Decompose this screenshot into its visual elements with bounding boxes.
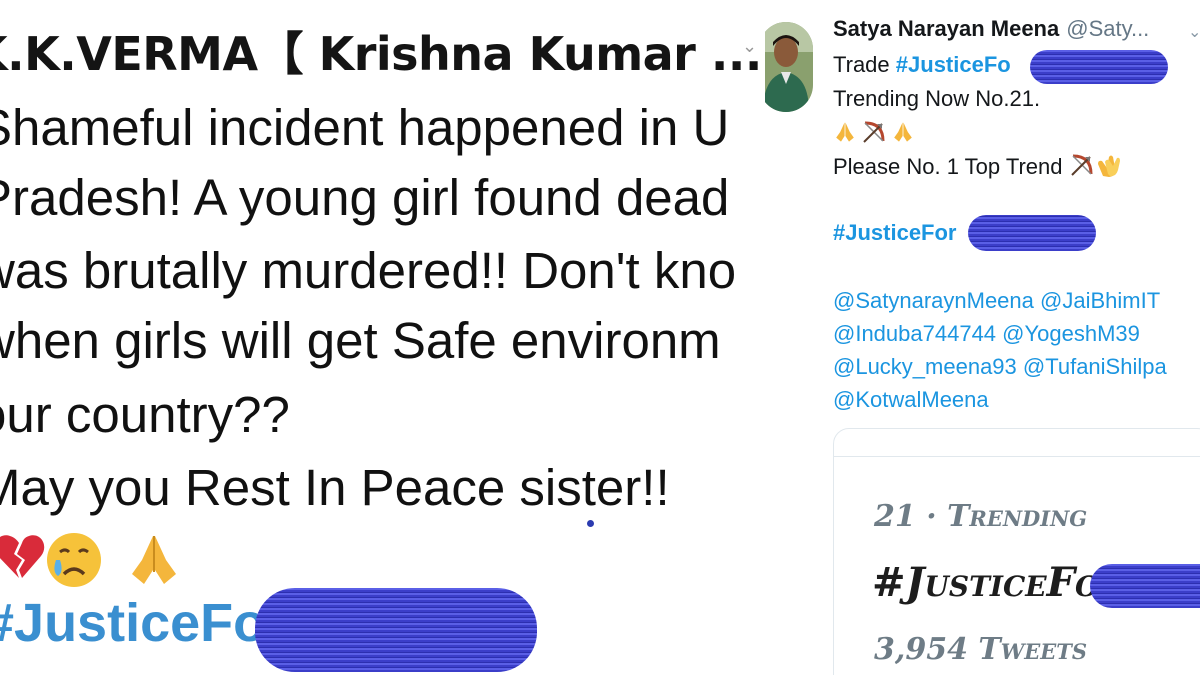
tweet-text-line: Trade #JusticeFo (833, 52, 1011, 78)
tweet-panel: Satya Narayan Meena @Saty... ⌄ Trade #Ju… (765, 0, 1200, 675)
trend-tweet-count: 3,954 Tweets (874, 632, 1088, 667)
trend-rank: 21 · Trending (874, 499, 1088, 534)
bow-and-arrow-emoji (863, 121, 885, 143)
card-divider (834, 429, 1200, 457)
tweet-text-line: was brutally murdered!! Don't kno (0, 242, 737, 299)
broken-heart-emoji (0, 535, 45, 578)
author-handle[interactable]: @Saty... (1066, 16, 1149, 41)
tweet-text-line: Shameful incident happened in U (0, 99, 730, 156)
tweet-text-line: Please No. 1 Top Trend (833, 152, 1123, 180)
tweet-text-line: May you Rest In Peace sister!! (0, 459, 670, 516)
tweet-author-name[interactable]: K.K.VERMA【 Krishna Kumar ... (0, 18, 762, 84)
chevron-down-icon[interactable]: ⌄ (1188, 22, 1200, 41)
bow-and-arrow-emoji (1070, 154, 1093, 176)
tweet-text-line: when girls will get Safe environm (0, 312, 721, 369)
mention-line[interactable]: @Lucky_meena93 @TufaniShilpa (833, 354, 1167, 380)
clapping-hands-emoji (1097, 155, 1120, 177)
tweet-text-line: Pradesh! A young girl found dead (0, 169, 730, 226)
mention-line[interactable]: @Induba744744 @YogeshM39 (833, 321, 1140, 347)
redaction-scribble (255, 588, 537, 672)
mention-line[interactable]: @KotwalMeena (833, 387, 989, 413)
trend-card[interactable]: 21 · Trending #JusticeFor 3,954 Tweets (833, 428, 1200, 675)
hashtag-link[interactable]: #JusticeFor (0, 592, 287, 654)
crying-face-emoji (47, 533, 101, 587)
tweet-text-line: our country?? (0, 386, 290, 443)
author-name[interactable]: Satya Narayan Meena (833, 16, 1059, 41)
chevron-down-icon[interactable]: ⌄ (742, 36, 760, 57)
folded-hands-emoji (836, 122, 854, 142)
hashtag-link[interactable]: #JusticeFor (833, 220, 957, 246)
zoomed-tweet-panel: K.K.VERMA【 Krishna Kumar ... ⌄ Shameful … (0, 0, 765, 675)
text-prefix: Trade (833, 52, 896, 77)
redaction-scribble (968, 215, 1096, 251)
folded-hands-emoji (132, 536, 176, 584)
stray-dot (587, 520, 594, 527)
redaction-scribble (1090, 564, 1200, 608)
tweet-text-line: Trending Now No.21. (833, 86, 1041, 111)
mention-line[interactable]: @SatynaraynMeena @JaiBhimIT (833, 288, 1160, 314)
redaction-scribble (1030, 50, 1168, 84)
text-segment: Please No. 1 Top Trend (833, 154, 1063, 179)
folded-hands-emoji (894, 122, 912, 142)
avatar[interactable] (765, 22, 813, 112)
trend-hashtag[interactable]: #JusticeFor (872, 559, 1123, 606)
tweet-header: Satya Narayan Meena @Saty... (833, 16, 1149, 42)
hashtag-link[interactable]: #JusticeFo (896, 52, 1011, 77)
